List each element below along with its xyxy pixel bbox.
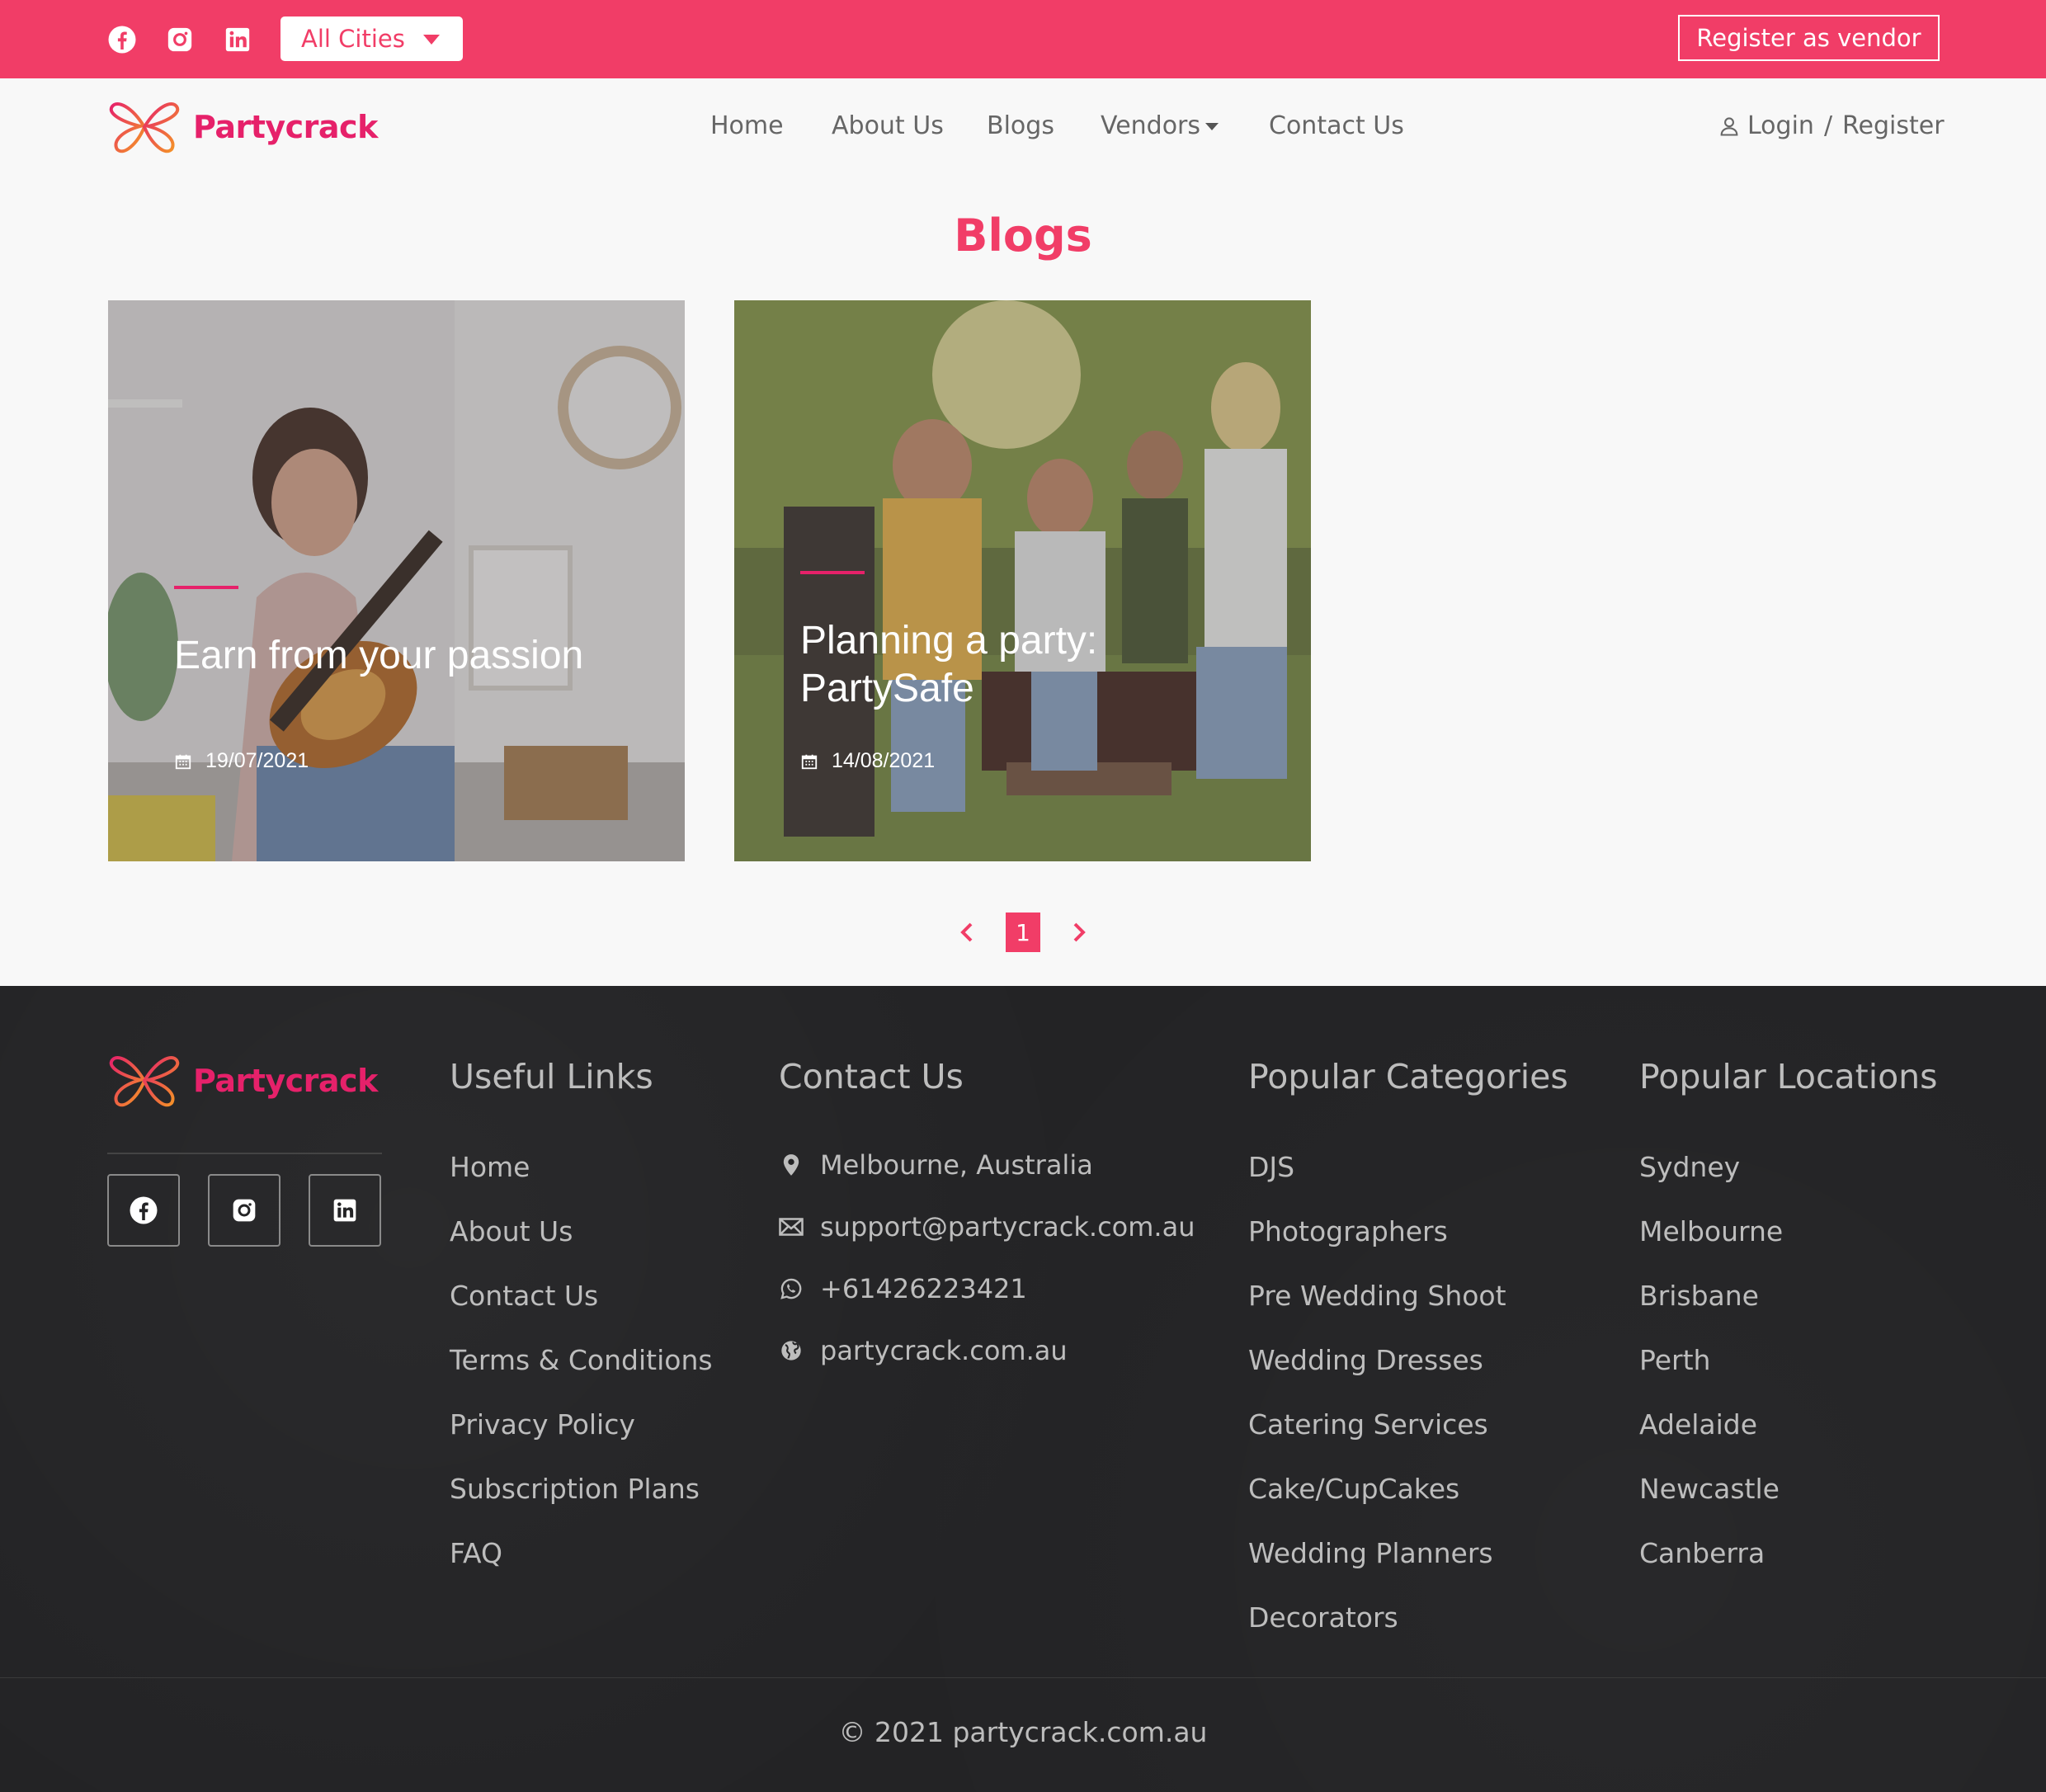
contact-address: Melbourne, Australia [779, 1149, 1093, 1181]
footer-link-about-us[interactable]: About Us [450, 1215, 573, 1247]
footer-link-subscription[interactable]: Subscription Plans [450, 1473, 700, 1505]
blog-card-title: Planning a party: PartySafe [800, 619, 1098, 710]
blog-card-title: Earn from your passion [174, 634, 584, 677]
blog-card-date-text: 14/08/2021 [832, 749, 936, 772]
useful-links-heading: Useful Links [450, 1057, 653, 1096]
prev-page-button[interactable] [949, 913, 985, 951]
footer-link-faq[interactable]: FAQ [450, 1537, 502, 1569]
contact-heading: Contact Us [779, 1057, 964, 1096]
location-link-canberra[interactable]: Canberra [1639, 1537, 1765, 1569]
category-link-wedding-dresses[interactable]: Wedding Dresses [1248, 1344, 1483, 1376]
footer-link-home[interactable]: Home [450, 1151, 530, 1183]
calendar-icon [801, 754, 818, 769]
caret-down-icon [423, 35, 440, 45]
whatsapp-icon [780, 1278, 802, 1299]
top-bar: All Cities Register as vendor [0, 0, 2046, 78]
city-select[interactable]: All Cities [280, 17, 463, 61]
footer: Partycrack Useful Links Home About Us Co… [0, 986, 2046, 1792]
nav-vendors[interactable]: Vendors [1101, 111, 1219, 140]
blog-card-overlay [108, 300, 685, 861]
locations-heading: Popular Locations [1639, 1057, 1938, 1096]
nav-contact-us[interactable]: Contact Us [1269, 111, 1404, 140]
login-link[interactable]: Login [1747, 111, 1814, 140]
location-link-sydney[interactable]: Sydney [1639, 1151, 1740, 1183]
linkedin-icon[interactable] [221, 23, 254, 56]
register-vendor-button[interactable]: Register as vendor [1678, 15, 1940, 61]
footer-divider [107, 1153, 382, 1154]
main-navbar: Partycrack Home About Us Blogs Vendors C… [0, 78, 2046, 177]
category-link-djs[interactable]: DJS [1248, 1151, 1294, 1183]
category-link-decorators[interactable]: Decorators [1248, 1601, 1398, 1634]
butterfly-logo-icon [109, 102, 180, 153]
location-link-newcastle[interactable]: Newcastle [1639, 1473, 1780, 1505]
footer-link-terms[interactable]: Terms & Conditions [450, 1344, 713, 1376]
category-link-pre-wedding-shoot[interactable]: Pre Wedding Shoot [1248, 1280, 1506, 1312]
location-link-brisbane[interactable]: Brisbane [1639, 1280, 1759, 1312]
page-number-button[interactable]: 1 [1006, 913, 1040, 952]
category-link-wedding-planners[interactable]: Wedding Planners [1248, 1537, 1493, 1569]
city-select-value: All Cities [301, 25, 405, 53]
page-title: Blogs [954, 210, 1092, 262]
contact-address-text: Melbourne, Australia [820, 1149, 1093, 1181]
accent-bar [174, 586, 238, 589]
location-link-perth[interactable]: Perth [1639, 1344, 1710, 1376]
chevron-left-icon [960, 922, 973, 942]
footer-linkedin-icon[interactable] [309, 1174, 381, 1247]
globe-icon [781, 1341, 801, 1361]
nav-about-us[interactable]: About Us [832, 111, 944, 140]
contact-website-text: partycrack.com.au [820, 1335, 1068, 1366]
footer-link-contact-us[interactable]: Contact Us [450, 1280, 598, 1312]
brand-name: Partycrack [193, 109, 378, 145]
category-link-catering[interactable]: Catering Services [1248, 1408, 1488, 1441]
instagram-icon[interactable] [163, 23, 196, 56]
nav-blogs[interactable]: Blogs [987, 111, 1054, 140]
user-icon [1720, 116, 1738, 136]
blog-card[interactable]: Planning a party: PartySafe 14/08/2021 [734, 300, 1311, 861]
contact-phone-text: +61426223421 [820, 1273, 1027, 1304]
copyright-text: © 2021 partycrack.com.au [838, 1716, 1208, 1748]
calendar-icon [175, 754, 191, 769]
categories-heading: Popular Categories [1248, 1057, 1568, 1096]
contact-website[interactable]: partycrack.com.au [779, 1335, 1068, 1366]
envelope-icon [779, 1218, 804, 1236]
chevron-right-icon [1073, 922, 1086, 942]
footer-link-privacy[interactable]: Privacy Policy [450, 1408, 635, 1441]
brand-logo[interactable]: Partycrack [107, 98, 378, 156]
footer-brand-logo[interactable]: Partycrack [107, 1052, 378, 1110]
pagination: 1 [949, 913, 1097, 952]
auth-links: Login / Register [1718, 111, 1945, 140]
location-pin-icon [783, 1154, 799, 1176]
category-link-photographers[interactable]: Photographers [1248, 1215, 1448, 1247]
contact-email[interactable]: support@partycrack.com.au [779, 1211, 1195, 1243]
butterfly-logo-icon [109, 1056, 180, 1107]
blog-card-overlay [734, 300, 1311, 861]
blog-card-date: 14/08/2021 [800, 749, 935, 773]
facebook-icon[interactable] [106, 23, 139, 56]
location-link-adelaide[interactable]: Adelaide [1639, 1408, 1757, 1441]
auth-separator: / [1823, 111, 1833, 140]
accent-bar [800, 571, 865, 574]
register-link[interactable]: Register [1842, 111, 1945, 140]
footer-instagram-icon[interactable] [208, 1174, 280, 1247]
nav-home[interactable]: Home [710, 111, 784, 140]
caret-down-icon [1205, 123, 1219, 130]
category-link-cakes[interactable]: Cake/CupCakes [1248, 1473, 1459, 1505]
contact-phone[interactable]: +61426223421 [779, 1273, 1027, 1304]
nav-vendors-label: Vendors [1101, 111, 1201, 140]
blog-card-date-text: 19/07/2021 [205, 749, 309, 772]
footer-facebook-icon[interactable] [107, 1174, 180, 1247]
location-link-melbourne[interactable]: Melbourne [1639, 1215, 1783, 1247]
blog-card[interactable]: Earn from your passion 19/07/2021 [108, 300, 685, 861]
blog-card-date: 19/07/2021 [174, 749, 309, 773]
footer-brand-name: Partycrack [193, 1063, 378, 1099]
footer-bottom-divider [0, 1677, 2046, 1678]
next-page-button[interactable] [1061, 913, 1097, 951]
contact-email-text: support@partycrack.com.au [820, 1211, 1195, 1243]
